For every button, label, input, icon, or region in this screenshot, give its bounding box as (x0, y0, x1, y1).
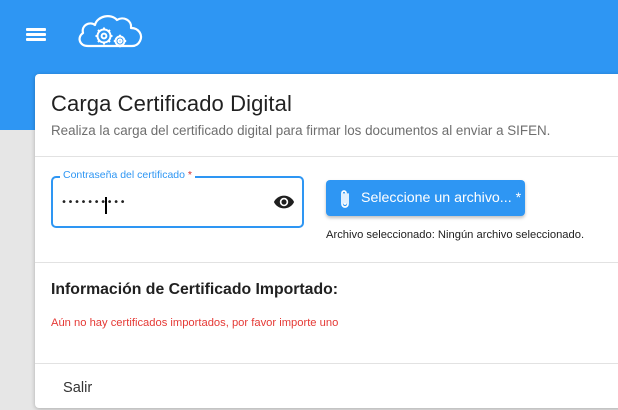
imported-info-title: Información de Certificado Importado: (51, 281, 338, 298)
select-file-label: Seleccione un archivo... * (361, 190, 522, 206)
certificate-card: Carga Certificado Digital Realiza la car… (35, 74, 618, 408)
divider (35, 363, 618, 364)
selected-file-status: Archivo seleccionado: Ningún archivo sel… (326, 229, 585, 241)
no-certificates-message: Aún no hay certificados importados, por … (51, 317, 339, 329)
select-file-button[interactable]: Seleccione un archivo... * (326, 180, 525, 216)
page-title: Carga Certificado Digital (51, 91, 292, 116)
page-subtitle: Realiza la carga del certificado digital… (51, 123, 551, 138)
password-input[interactable]: •••••••••• (61, 197, 261, 215)
hamburger-menu-icon[interactable] (26, 26, 46, 42)
exit-button[interactable]: Salir (53, 374, 113, 402)
cloud-gears-logo-icon (78, 15, 143, 48)
password-field-label: Contraseña del certificado * (60, 169, 196, 181)
certificate-password-field[interactable]: Contraseña del certificado * •••••••••• (51, 169, 304, 228)
divider (35, 156, 618, 157)
text-cursor (105, 197, 107, 214)
eye-icon[interactable] (273, 194, 295, 210)
divider (35, 262, 618, 263)
paperclip-icon (341, 190, 349, 208)
